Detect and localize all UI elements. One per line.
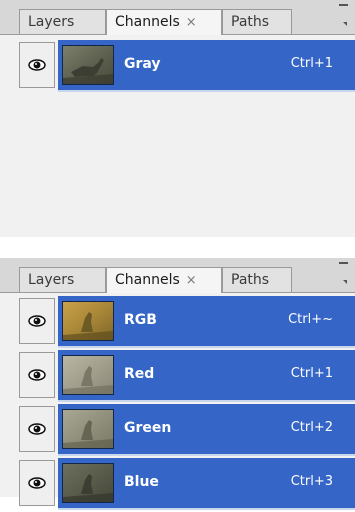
channel-thumbnail: [62, 409, 114, 449]
channel-row-gray[interactable]: Gray Ctrl+1: [0, 40, 355, 94]
visibility-eye-icon[interactable]: [19, 298, 55, 344]
channel-name: Red: [124, 366, 155, 382]
channel-shortcut: Ctrl+1: [290, 366, 333, 381]
channel-cell[interactable]: Red Ctrl+1: [58, 350, 355, 402]
channels-panel-rgb: Layers Channels × Paths RGB Ctrl+~ Red C…: [0, 258, 355, 510]
channel-thumbnail: [62, 45, 114, 85]
channel-cell[interactable]: Gray Ctrl+1: [58, 40, 355, 92]
channel-cell[interactable]: RGB Ctrl+~: [58, 296, 355, 348]
visibility-eye-icon[interactable]: [19, 42, 55, 88]
tab-channels[interactable]: Channels ×: [106, 9, 222, 35]
channel-shortcut: Ctrl+3: [290, 474, 333, 489]
tab-close-icon[interactable]: ×: [186, 15, 197, 30]
channel-name: RGB: [124, 312, 157, 328]
channel-name: Gray: [124, 56, 161, 72]
channel-cell[interactable]: Blue Ctrl+3: [58, 458, 355, 510]
tab-close-icon[interactable]: ×: [186, 273, 197, 288]
channel-thumbnail: [62, 301, 114, 341]
panel-menu-icon[interactable]: [339, 2, 349, 26]
channel-row-blue[interactable]: Blue Ctrl+3: [0, 458, 355, 512]
channels-list: RGB Ctrl+~ Red Ctrl+1 Green Ctrl+2 Blue …: [0, 293, 355, 510]
panel-menu-icon[interactable]: [339, 260, 349, 284]
channel-name: Green: [124, 420, 172, 436]
panel-tab-bar: Layers Channels × Paths: [0, 0, 355, 35]
tab-paths[interactable]: Paths: [222, 9, 292, 34]
tab-layers[interactable]: Layers: [19, 267, 106, 292]
channel-row-green[interactable]: Green Ctrl+2: [0, 404, 355, 458]
channel-shortcut: Ctrl+~: [288, 312, 333, 327]
channel-row-red[interactable]: Red Ctrl+1: [0, 350, 355, 404]
tab-layers-label: Layers: [28, 272, 75, 288]
tab-layers-label: Layers: [28, 14, 75, 30]
channel-cell[interactable]: Green Ctrl+2: [58, 404, 355, 456]
channel-name: Blue: [124, 474, 159, 490]
channels-panel-grayscale: Layers Channels × Paths Gray Ctrl+1: [0, 0, 355, 237]
panel-tab-bar: Layers Channels × Paths: [0, 258, 355, 293]
tab-layers[interactable]: Layers: [19, 9, 106, 34]
tab-paths-label: Paths: [231, 272, 270, 288]
channel-shortcut: Ctrl+2: [290, 420, 333, 435]
channel-thumbnail: [62, 463, 114, 503]
visibility-eye-icon[interactable]: [19, 460, 55, 506]
channel-row-rgb[interactable]: RGB Ctrl+~: [0, 296, 355, 350]
tab-paths-label: Paths: [231, 14, 270, 30]
tab-paths[interactable]: Paths: [222, 267, 292, 292]
tab-channels-label: Channels: [115, 272, 180, 288]
channel-shortcut: Ctrl+1: [290, 56, 333, 71]
visibility-eye-icon[interactable]: [19, 352, 55, 398]
channels-list: Gray Ctrl+1: [0, 35, 355, 237]
tab-channels-label: Channels: [115, 14, 180, 30]
channel-thumbnail: [62, 355, 114, 395]
tab-channels[interactable]: Channels ×: [106, 267, 222, 293]
visibility-eye-icon[interactable]: [19, 406, 55, 452]
